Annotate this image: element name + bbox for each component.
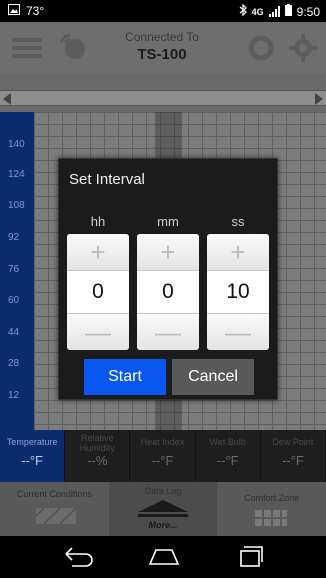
tab-data-log[interactable]: Data Log More... xyxy=(108,482,218,536)
data-log-more: More... xyxy=(148,520,178,530)
reading-value: --°F xyxy=(21,453,43,468)
tab-label: Data Log xyxy=(144,486,182,496)
wireless-device-icon[interactable] xyxy=(58,32,88,67)
y-tick: 140 xyxy=(8,139,25,150)
seconds-stepper: + 10 — xyxy=(207,234,269,350)
cancel-button[interactable]: Cancel xyxy=(172,359,254,395)
hours-increment-button[interactable]: + xyxy=(67,234,129,271)
signal-icon xyxy=(268,6,280,17)
status-bar: 73° 4G 9:50 xyxy=(0,0,326,22)
hours-label: hh xyxy=(90,214,106,229)
set-interval-dialog: Set Interval hh mm ss + 0 — + 0 — + 10 —… xyxy=(58,158,278,400)
system-navigation-bar xyxy=(0,536,326,578)
y-tick: 60 xyxy=(8,295,20,306)
home-icon[interactable] xyxy=(146,544,182,573)
reading-label: Temperature xyxy=(6,437,58,447)
clock: 9:50 xyxy=(296,4,320,19)
y-tick: 92 xyxy=(8,232,20,243)
y-tick: 44 xyxy=(8,327,20,338)
seconds-value[interactable]: 10 xyxy=(207,271,269,313)
reading-value: --°F xyxy=(151,453,174,468)
hours-stepper: + 0 — xyxy=(67,234,129,350)
recent-apps-icon[interactable] xyxy=(232,544,268,573)
seconds-decrement-button[interactable]: — xyxy=(207,313,269,350)
settings-gear-icon[interactable] xyxy=(289,34,317,67)
app-header: Connected To TS-100 xyxy=(0,22,326,74)
bottom-tabs: Current Conditions Data Log More... Comf… xyxy=(0,482,326,536)
comfort-zone-icon xyxy=(255,510,288,531)
y-tick: 124 xyxy=(8,169,25,180)
chart-scrollbar[interactable] xyxy=(0,90,326,106)
refresh-icon[interactable] xyxy=(247,34,275,67)
reading-value: --°F xyxy=(216,453,239,468)
start-button[interactable]: Start xyxy=(84,359,166,395)
tab-comfort-zone[interactable]: Comfort Zone xyxy=(217,482,326,536)
network-type: 4G xyxy=(251,6,264,17)
scroll-left-arrow-icon[interactable] xyxy=(2,92,12,110)
image-notification-icon xyxy=(8,4,20,18)
tab-label: Comfort Zone xyxy=(244,493,300,503)
reading-label: Relative Humidity xyxy=(79,433,115,453)
tab-current-conditions[interactable]: Current Conditions xyxy=(0,482,109,536)
hours-decrement-button[interactable]: — xyxy=(67,313,129,350)
bluetooth-icon xyxy=(239,3,247,19)
back-icon[interactable] xyxy=(60,544,96,573)
menu-icon[interactable] xyxy=(12,37,42,64)
reading-temperature[interactable]: Temperature --°F xyxy=(0,430,66,482)
reading-relative-humidity[interactable]: Relative Humidity --% xyxy=(65,430,131,482)
reading-label: Heat Index xyxy=(140,437,185,447)
minutes-increment-button[interactable]: + xyxy=(137,234,199,271)
y-tick: 12 xyxy=(8,390,20,401)
dialog-title: Set Interval xyxy=(69,171,145,188)
reading-dew-point[interactable]: Dew Point --°F xyxy=(261,430,326,482)
reading-label: Wet Bulb xyxy=(209,437,246,447)
battery-icon xyxy=(284,4,292,19)
chart-scroll-strip xyxy=(0,74,326,112)
minutes-label: mm xyxy=(157,214,179,229)
minutes-decrement-button[interactable]: — xyxy=(137,313,199,350)
reading-value: --°F xyxy=(282,453,304,468)
current-conditions-icon xyxy=(35,507,77,529)
connected-device-name: TS-100 xyxy=(137,46,187,63)
y-tick: 76 xyxy=(8,264,20,275)
y-tick: 108 xyxy=(8,200,25,211)
reading-label: Dew Point xyxy=(272,437,314,447)
tab-label: Current Conditions xyxy=(16,489,92,499)
y-tick: 28 xyxy=(8,358,20,369)
minutes-value[interactable]: 0 xyxy=(137,271,199,313)
scroll-right-arrow-icon[interactable] xyxy=(314,92,324,110)
temperature-status: 73° xyxy=(26,4,45,18)
readings-bar: Temperature --°F Relative Humidity --% H… xyxy=(0,430,326,482)
reading-heat-index[interactable]: Heat Index --°F xyxy=(130,430,196,482)
reading-value: --% xyxy=(87,453,108,468)
hours-value[interactable]: 0 xyxy=(67,271,129,313)
connection-title: Connected To xyxy=(125,30,199,44)
y-axis: 140 124 108 92 76 60 44 28 12 xyxy=(0,112,34,430)
reading-wet-bulb[interactable]: Wet Bulb --°F xyxy=(196,430,261,482)
minutes-stepper: + 0 — xyxy=(137,234,199,350)
seconds-increment-button[interactable]: + xyxy=(207,234,269,271)
seconds-label: ss xyxy=(231,214,245,229)
